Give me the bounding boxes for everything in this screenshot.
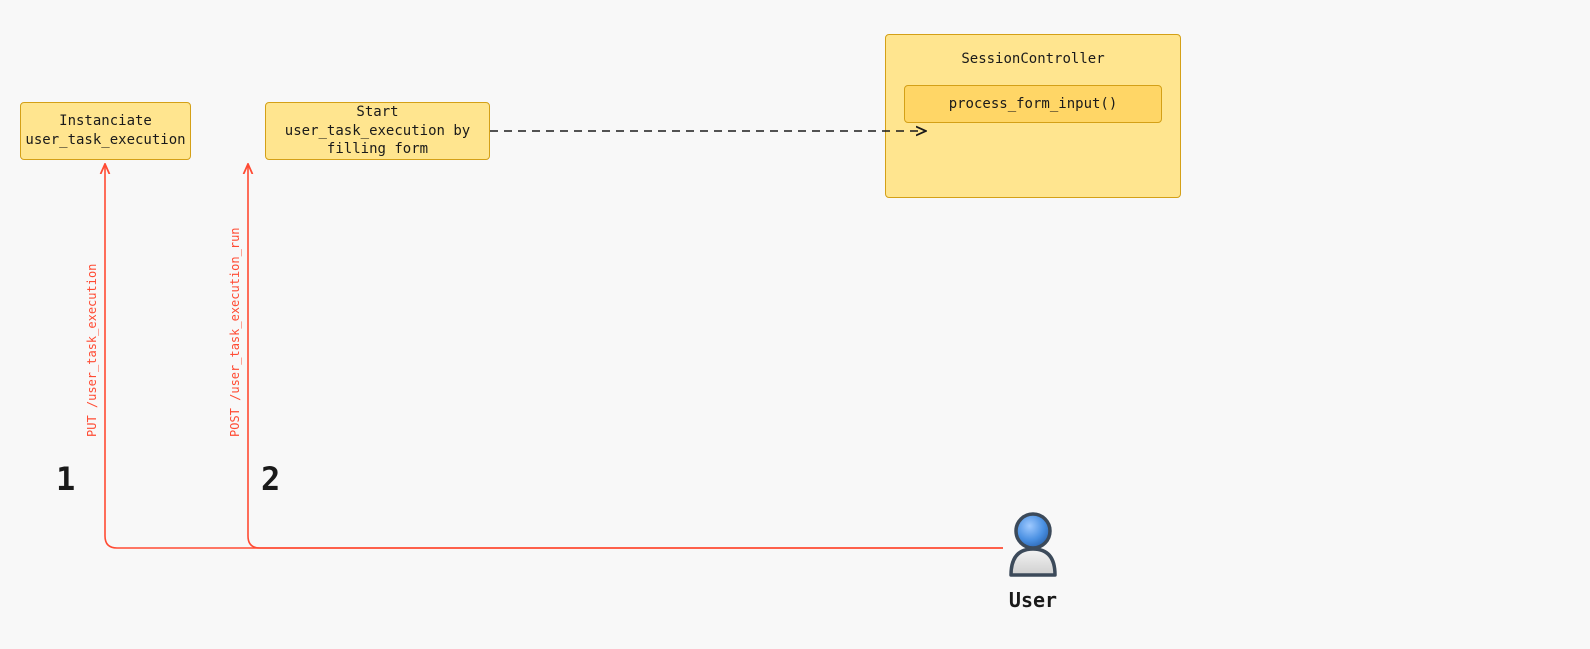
edge-post-user-task-execution-run	[248, 164, 1003, 548]
diagram-stage: Instanciate user_task_execution Start us…	[0, 0, 1590, 649]
node-process-form-input: process_form_input()	[904, 85, 1162, 123]
step-number-1: 1	[56, 460, 75, 498]
node-instanciate: Instanciate user_task_execution	[20, 102, 191, 160]
node-start-form: Start user_task_execution by filling for…	[265, 102, 490, 160]
arrows-overlay: PUT /user_task_execution POST /user_task…	[0, 0, 1590, 649]
edge-put-user-task-execution	[105, 164, 1003, 548]
node-start-form-line1: Start user_task_execution by	[276, 103, 479, 141]
node-instanciate-line1: Instanciate	[25, 112, 185, 131]
session-controller-title: SessionController	[904, 51, 1162, 67]
step-number-2: 2	[261, 460, 280, 498]
user-label: User	[1008, 588, 1058, 612]
edge-post-label: POST /user_task_execution_run	[228, 227, 242, 437]
user-icon	[1005, 509, 1061, 579]
edge-put-label: PUT /user_task_execution	[85, 264, 99, 437]
node-instanciate-line2: user_task_execution	[25, 131, 185, 150]
node-start-form-line2: filling form	[276, 140, 479, 159]
node-session-controller: SessionController process_form_input()	[885, 34, 1181, 198]
